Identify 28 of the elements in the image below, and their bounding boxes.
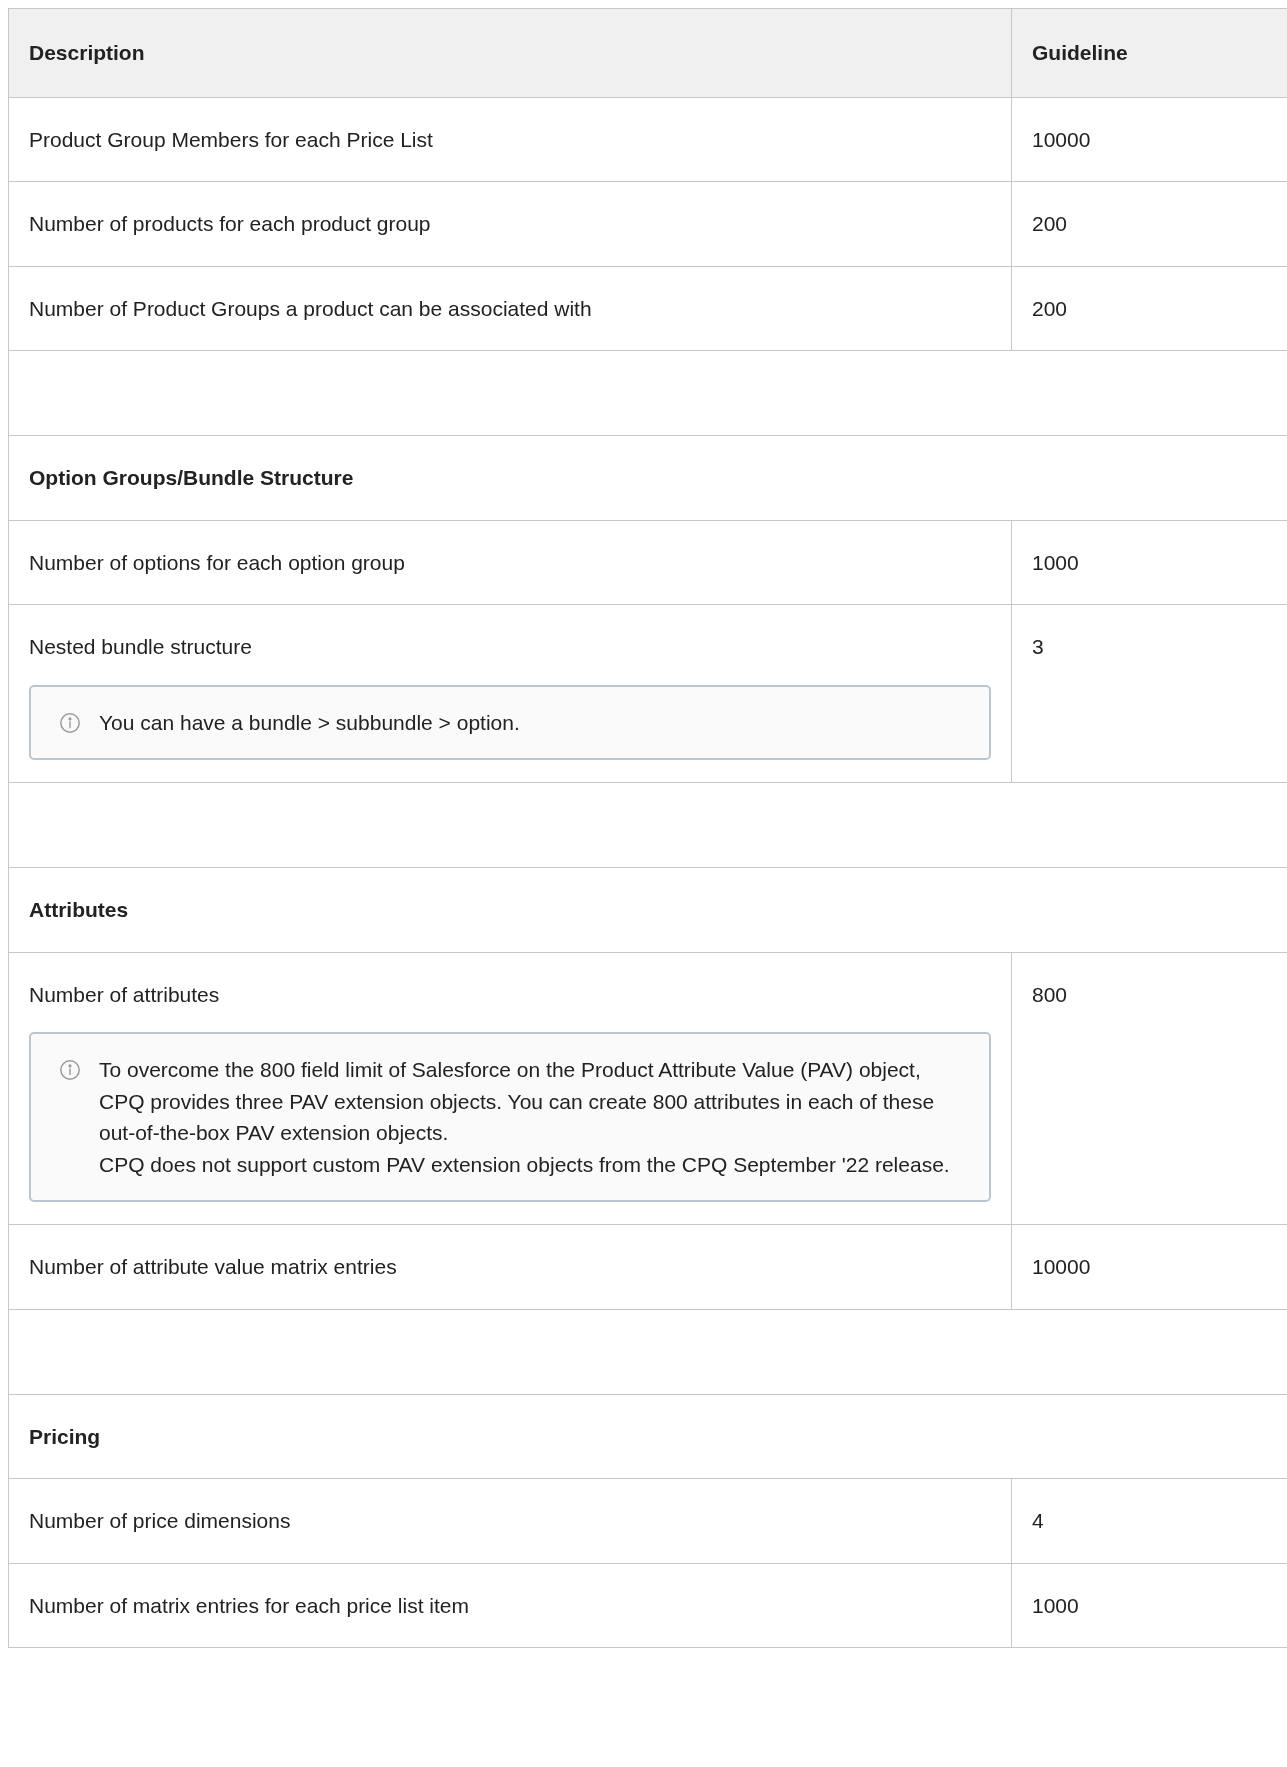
guideline-value: 3	[1032, 635, 1044, 658]
description-text: Number of products for each product group	[29, 212, 431, 235]
section-heading: Pricing	[29, 1424, 101, 1448]
description-text: Number of options for each option group	[29, 550, 405, 574]
guideline-value: 1000	[1032, 550, 1079, 574]
guideline-value: 10000	[1032, 1255, 1091, 1278]
note-text: To overcome the 800 field limit of Salesforce on the Product Attribute Value (PAV) object, CPQ provides three PAV extension objects. You can create 800 attributes in each of these out-of-the-box PAV extension objects.	[99, 1057, 936, 1146]
guideline-value: 800	[1032, 982, 1068, 1006]
description-text: Number of price dimensions	[29, 1509, 291, 1532]
description-text: Number of attribute value matrix entries	[29, 1255, 397, 1278]
column-header: Guideline	[1032, 41, 1128, 64]
description-text: Product Group Members for each Price List	[29, 127, 433, 151]
description-text: Nested bundle structure	[29, 635, 252, 658]
column-header: Description	[29, 41, 145, 64]
guideline-value: 200	[1032, 296, 1068, 320]
guideline-value: 10000	[1032, 127, 1091, 151]
description-text: Number of matrix entries for each price list item	[29, 1593, 469, 1617]
note-text: You can have a bundle > subbundle > option.	[99, 709, 520, 736]
note-text: CPQ does not support custom PAV extension objects from the CPQ September '22 release.	[99, 1151, 951, 1178]
section-heading: Attributes	[29, 898, 129, 921]
guideline-value: 200	[1032, 212, 1068, 235]
description-text: Number of attributes	[29, 982, 220, 1006]
section-heading: Option Groups/Bundle Structure	[29, 466, 354, 489]
description-text: Number of Product Groups a product can be associated with	[29, 296, 592, 320]
info-icon	[59, 711, 81, 734]
guideline-value: 4	[1032, 1509, 1044, 1532]
info-icon	[59, 1059, 81, 1081]
guideline-value: 1000	[1032, 1593, 1079, 1617]
